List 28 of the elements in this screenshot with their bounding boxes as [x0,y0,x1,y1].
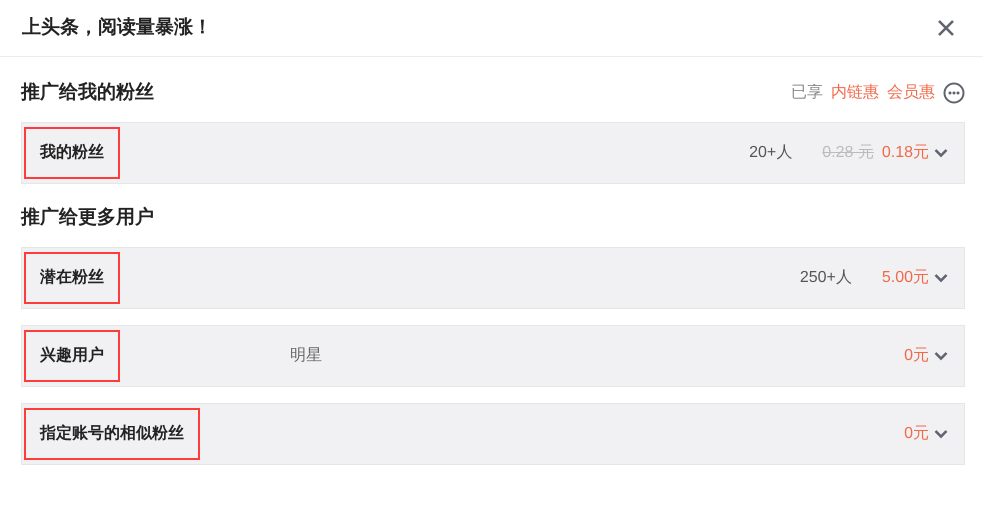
audience-row[interactable]: 潜在粉丝 250+人 5.00元 [21,247,965,309]
audience-label: 兴趣用户 [24,330,120,382]
perks-label: 已享 [791,82,823,104]
chevron-down-icon[interactable] [934,351,948,361]
audience-count: 250+人 [800,268,852,288]
price: 5.00元 [882,268,929,288]
audience-row[interactable]: 兴趣用户 明星 0元 [21,325,965,387]
price: 0.18元 [882,142,929,162]
audience-count: 20+人 [749,142,792,162]
price: 0元 [904,424,929,444]
audience-label: 我的粉丝 [24,126,120,178]
chevron-down-icon[interactable] [934,429,948,439]
perk-tag: 内链惠 [831,81,879,106]
chevron-down-icon[interactable] [934,148,948,158]
audience-row[interactable]: 指定账号的相似粉丝 0元 [21,403,965,465]
audience-row[interactable]: 我的粉丝 20+人 0.28 元 0.18元 [21,122,965,184]
more-icon[interactable] [943,82,965,104]
audience-label: 潜在粉丝 [24,252,120,304]
close-icon[interactable] [937,19,955,37]
price: 0元 [904,346,929,366]
original-price: 0.28 元 [822,142,874,162]
section-title: 推广给更多用户 [21,206,154,230]
audience-label: 指定账号的相似粉丝 [24,408,200,460]
interest-tag: 明星 [290,344,322,368]
chevron-down-icon[interactable] [934,273,948,283]
section-title: 推广给我的粉丝 [21,80,154,105]
perk-tag: 会员惠 [887,81,935,106]
dialog-title: 上头条，阅读量暴涨！ [22,16,212,40]
